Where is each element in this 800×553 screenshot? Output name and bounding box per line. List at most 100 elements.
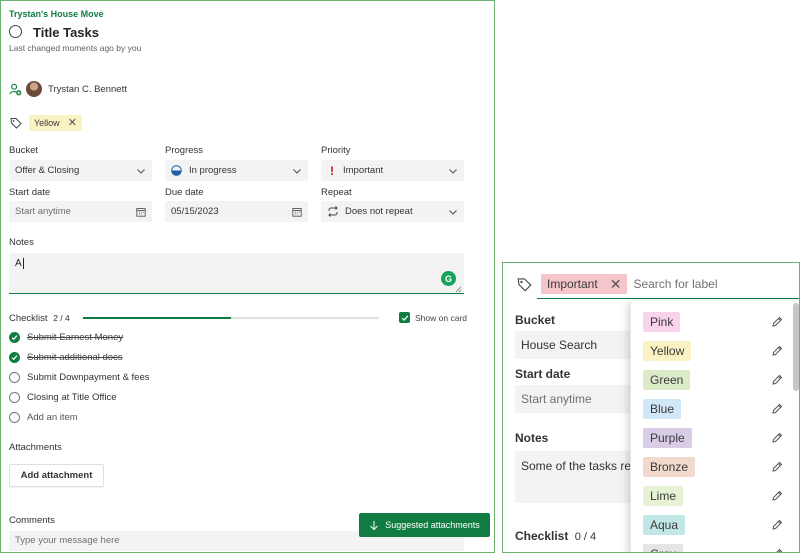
- label-option-chip[interactable]: Gray: [643, 544, 684, 552]
- add-attachment-button[interactable]: Add attachment: [9, 464, 104, 487]
- label-chip-important[interactable]: Important ✕: [541, 274, 628, 294]
- label-option[interactable]: Pink: [643, 311, 783, 333]
- checklist-count: 0 / 4: [574, 531, 597, 543]
- edit-pencil-icon[interactable]: [771, 403, 783, 415]
- checklist-count: 2 / 4: [53, 313, 70, 323]
- priority-label: Priority: [321, 145, 351, 156]
- bucket-select[interactable]: House Search: [515, 331, 635, 359]
- avatar[interactable]: [26, 81, 42, 97]
- complete-task-radio[interactable]: [9, 25, 22, 38]
- checklist-item[interactable]: Submit Downpayment & fees: [9, 372, 150, 383]
- priority-value: Important: [343, 165, 384, 176]
- label-search-row: Important ✕: [537, 270, 799, 299]
- progress-select[interactable]: In progress: [165, 160, 308, 181]
- label-option[interactable]: Lime: [643, 485, 783, 507]
- checklist-progress-bar: [83, 317, 379, 319]
- important-icon: !: [330, 163, 334, 178]
- repeat-select[interactable]: Does not repeat: [321, 201, 464, 222]
- label-search-input[interactable]: [633, 277, 774, 291]
- chevron-down-icon: [449, 209, 457, 215]
- checklist-item[interactable]: Closing at Title Office: [9, 392, 117, 403]
- checklist-item-text[interactable]: Submit Earnest Money: [27, 332, 123, 343]
- bucket-label: Bucket: [515, 313, 556, 327]
- repeat-icon: [328, 206, 338, 217]
- plan-name[interactable]: Trystan's House Move: [9, 9, 104, 19]
- edit-pencil-icon[interactable]: [771, 548, 783, 553]
- notes-label: Notes: [9, 237, 34, 248]
- unchecked-circle-icon[interactable]: [9, 392, 20, 403]
- checklist-item-text[interactable]: Submit additional docs: [27, 352, 123, 363]
- label-option[interactable]: Blue: [643, 398, 783, 420]
- checklist-header: Checklist 2 / 4: [9, 313, 70, 324]
- chevron-down-icon: [137, 168, 145, 174]
- unchecked-circle-icon[interactable]: [9, 372, 20, 383]
- remove-label-icon[interactable]: ✕: [610, 276, 622, 293]
- label-option[interactable]: Purple: [643, 427, 783, 449]
- label-chip-yellow[interactable]: Yellow ✕: [29, 115, 82, 131]
- checklist-header: Checklist 0 / 4: [515, 529, 596, 543]
- last-changed-text: Last changed moments ago by you: [9, 43, 142, 53]
- checklist-item-text[interactable]: Closing at Title Office: [27, 392, 117, 403]
- edit-pencil-icon[interactable]: [771, 374, 783, 386]
- priority-select[interactable]: ! Important: [321, 160, 464, 181]
- bucket-select[interactable]: Offer & Closing: [9, 160, 152, 181]
- label-option-chip[interactable]: Purple: [643, 428, 692, 448]
- show-on-card-checkbox[interactable]: Show on card: [399, 312, 467, 323]
- start-date-input[interactable]: Start anytime: [9, 201, 152, 222]
- calendar-icon[interactable]: [136, 207, 146, 217]
- start-date-input[interactable]: Start anytime: [515, 385, 635, 413]
- checked-circle-icon[interactable]: [9, 352, 20, 363]
- due-date-label: Due date: [165, 187, 204, 198]
- label-option[interactable]: Yellow: [643, 340, 783, 362]
- label-picker-zoom: Important ✕ Bucket House Search Start da…: [502, 262, 800, 553]
- label-option-chip[interactable]: Blue: [643, 399, 682, 419]
- label-option-chip[interactable]: Yellow: [643, 341, 692, 361]
- repeat-value: Does not repeat: [345, 206, 413, 217]
- tag-icon[interactable]: [517, 277, 532, 292]
- remove-label-icon[interactable]: ✕: [68, 117, 77, 129]
- label-option-chip[interactable]: Pink: [643, 312, 681, 332]
- notes-label: Notes: [515, 431, 549, 445]
- tag-icon[interactable]: [10, 117, 22, 129]
- chevron-down-icon: [449, 168, 457, 174]
- checklist-item[interactable]: Submit Earnest Money: [9, 332, 123, 343]
- add-circle-icon[interactable]: [9, 412, 20, 423]
- add-item-placeholder[interactable]: Add an item: [27, 412, 78, 423]
- label-option-chip[interactable]: Lime: [643, 486, 684, 506]
- label-option[interactable]: Gray: [643, 543, 783, 553]
- bucket-value: House Search: [521, 338, 598, 352]
- attachments-label: Attachments: [9, 442, 62, 453]
- resize-handle-icon[interactable]: [455, 286, 462, 293]
- bucket-value: Offer & Closing: [15, 165, 80, 176]
- assignee-name[interactable]: Trystan C. Bennett: [48, 84, 127, 95]
- notes-text: A: [15, 258, 22, 269]
- label-option-chip[interactable]: Aqua: [643, 515, 686, 535]
- checkbox-checked-icon[interactable]: [399, 312, 410, 323]
- start-date-label: Start date: [9, 187, 51, 198]
- label-option-chip[interactable]: Bronze: [643, 457, 696, 477]
- checklist-item-text[interactable]: Submit Downpayment & fees: [27, 372, 150, 383]
- grammarly-icon[interactable]: G: [441, 271, 456, 286]
- notes-textarea[interactable]: Some of the tasks re: [515, 451, 635, 503]
- due-date-input[interactable]: 05/15/2023: [165, 201, 308, 222]
- label-option[interactable]: Bronze: [643, 456, 783, 478]
- add-checklist-item[interactable]: Add an item: [9, 412, 78, 423]
- checklist-item[interactable]: Submit additional docs: [9, 352, 123, 363]
- label-option[interactable]: Green: [643, 369, 783, 391]
- checked-circle-icon[interactable]: [9, 332, 20, 343]
- task-title[interactable]: Title Tasks: [33, 25, 99, 40]
- edit-pencil-icon[interactable]: [771, 461, 783, 473]
- edit-pencil-icon[interactable]: [771, 316, 783, 328]
- edit-pencil-icon[interactable]: [771, 432, 783, 444]
- edit-pencil-icon[interactable]: [771, 519, 783, 531]
- label-option[interactable]: Aqua: [643, 514, 783, 536]
- calendar-icon[interactable]: [292, 207, 302, 217]
- suggested-attachments-button[interactable]: Suggested attachments: [359, 513, 490, 537]
- checklist-progress-fill: [83, 317, 231, 319]
- edit-pencil-icon[interactable]: [771, 345, 783, 357]
- assign-person-icon[interactable]: [9, 83, 22, 96]
- label-option-chip[interactable]: Green: [643, 370, 691, 390]
- edit-pencil-icon[interactable]: [771, 490, 783, 502]
- notes-textarea[interactable]: A: [9, 253, 464, 294]
- dropdown-scrollbar[interactable]: [793, 303, 799, 391]
